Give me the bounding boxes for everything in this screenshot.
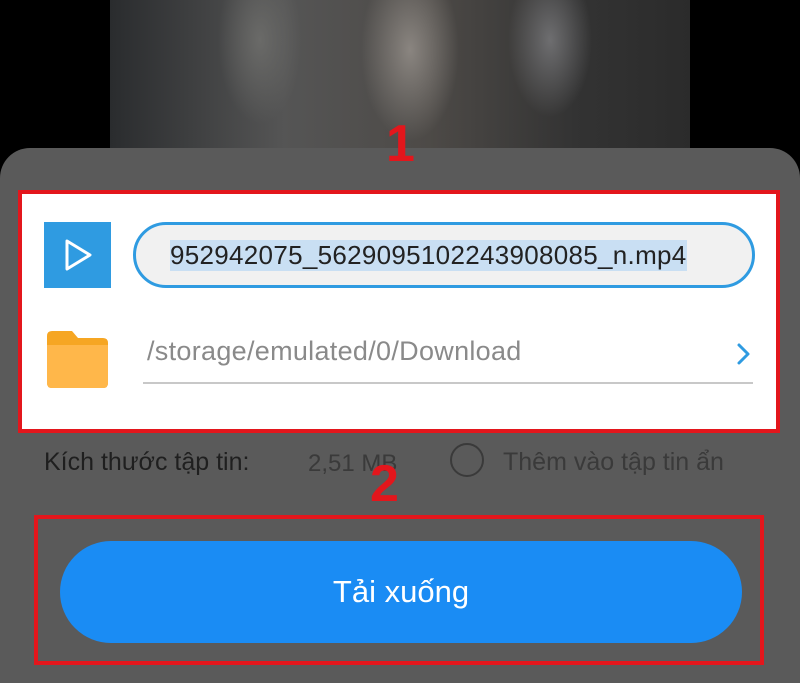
add-to-hidden-label[interactable]: Thêm vào tập tin ẩn (503, 448, 724, 477)
file-size-label: Kích thước tập tin: (44, 448, 250, 476)
annotation-number-1: 1 (386, 115, 415, 173)
annotation-box-1 (18, 190, 780, 433)
add-to-hidden-radio[interactable] (450, 443, 484, 477)
annotation-box-2 (34, 515, 764, 665)
annotation-number-2: 2 (370, 455, 399, 513)
